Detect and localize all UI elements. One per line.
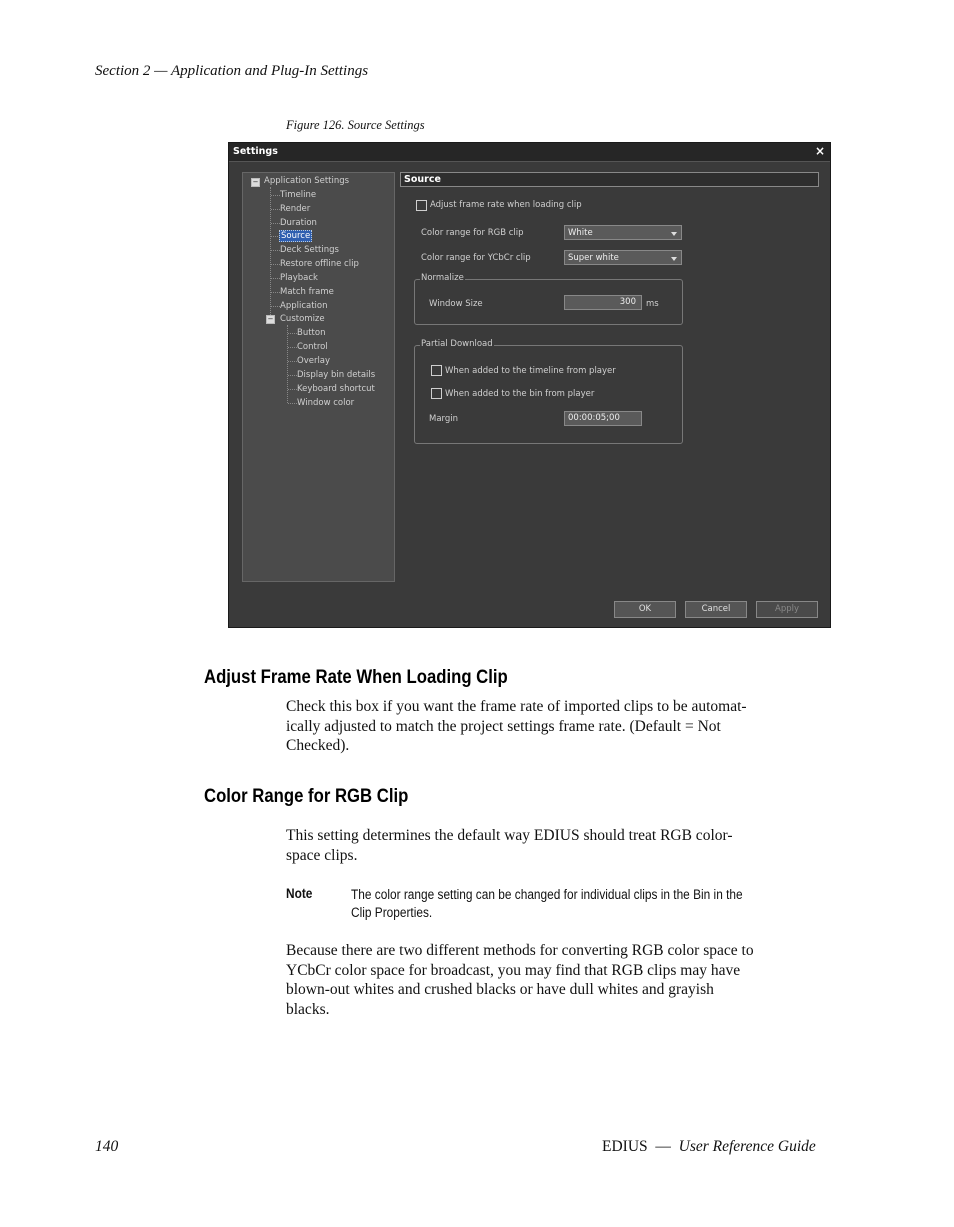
footer-dash: — [655, 1138, 671, 1155]
footer-product: EDIUS [602, 1138, 648, 1155]
text-line: Check this box if you want the frame rat… [286, 698, 747, 715]
tree-connector [271, 195, 280, 196]
cancel-button[interactable]: Cancel [685, 601, 747, 618]
color-range-description: This setting determines the default way … [286, 826, 834, 865]
section-header: Section 2 — Application and Plug-In Sett… [95, 63, 369, 79]
text-line: blacks. [286, 1000, 330, 1018]
tree-connector [271, 264, 280, 265]
text-line: YCbCr color space for broadcast, you may… [286, 961, 741, 979]
footer-guide: User Reference Guide [678, 1138, 816, 1155]
tree-item-application[interactable]: Application [280, 301, 328, 311]
tree-item-customize[interactable]: Customize [280, 314, 325, 324]
tree-connector [271, 278, 280, 279]
collapse-icon[interactable]: − [251, 178, 260, 187]
tree-connector [270, 187, 271, 319]
tree-connector [271, 292, 280, 293]
tree-item-keyboard-shortcut[interactable]: Keyboard shortcut [297, 384, 375, 394]
tree-connector [288, 333, 297, 334]
tree-item-restore-offline-clip[interactable]: Restore offline clip [280, 259, 359, 269]
note-label: Note [286, 886, 313, 901]
rgb-range-select[interactable]: White [564, 225, 682, 240]
rgb-range-value: White [568, 228, 593, 238]
color-space-explanation: Because there are two different methods … [286, 941, 834, 1019]
bin-from-player-checkbox[interactable] [431, 388, 442, 399]
tree-item-match-frame[interactable]: Match frame [280, 287, 334, 297]
panel-header: Source [400, 172, 819, 187]
chevron-down-icon [671, 232, 677, 236]
settings-dialog: Settings × − Application Settings Timeli… [228, 142, 831, 628]
tree-item-window-color[interactable]: Window color [297, 398, 354, 408]
text-line: Checked). [286, 737, 350, 754]
chevron-down-icon [671, 257, 677, 261]
tree-connector [288, 389, 297, 390]
tree-connector [288, 347, 297, 348]
tree-item-button[interactable]: Button [297, 328, 325, 338]
window-size-label: Window Size [429, 299, 483, 309]
tree-item-display-bin-details[interactable]: Display bin details [297, 370, 375, 380]
rgb-range-label: Color range for RGB clip [421, 228, 524, 238]
tree-item-source[interactable]: Source [279, 230, 313, 242]
ok-button[interactable]: OK [614, 601, 676, 618]
collapse-icon[interactable]: − [266, 315, 275, 324]
settings-tree: − Application Settings Timeline Render D… [242, 172, 395, 582]
adjust-frame-rate-label: Adjust frame rate when loading clip [430, 200, 582, 210]
tree-connector [271, 250, 280, 251]
bin-from-player-label: When added to the bin from player [445, 389, 595, 399]
text-line: This setting determines the default way … [286, 827, 733, 844]
margin-input[interactable]: 00:00:05;00 [564, 411, 642, 426]
heading-adjust-frame-rate: Adjust Frame Rate When Loading Clip [204, 667, 508, 688]
tree-connector [271, 209, 280, 210]
ycbcr-range-label: Color range for YCbCr clip [421, 253, 531, 263]
normalize-group-label: Normalize [420, 273, 465, 283]
tree-connector [287, 325, 288, 403]
tree-connector [288, 361, 297, 362]
text-line: Because there are two different methods … [286, 942, 754, 959]
window-size-input[interactable]: 300 [564, 295, 642, 310]
page-number: 140 [95, 1138, 119, 1155]
tree-item-deck-settings[interactable]: Deck Settings [280, 245, 339, 255]
dialog-title: Settings [233, 146, 278, 157]
text-line: space clips. [286, 846, 358, 864]
tree-connector [288, 403, 297, 404]
margin-label: Margin [429, 414, 459, 424]
apply-button[interactable]: Apply [756, 601, 818, 618]
tree-item-overlay[interactable]: Overlay [297, 356, 330, 366]
panel-title: Source [404, 174, 441, 185]
text-line: Clip Properties. [351, 905, 433, 920]
tree-item-playback[interactable]: Playback [280, 273, 318, 283]
tree-item-timeline[interactable]: Timeline [280, 190, 316, 200]
tree-item-control[interactable]: Control [297, 342, 328, 352]
timeline-from-player-label: When added to the timeline from player [445, 366, 616, 376]
tree-item-duration[interactable]: Duration [280, 218, 317, 228]
ycbcr-range-select[interactable]: Super white [564, 250, 682, 265]
timeline-from-player-checkbox[interactable] [431, 365, 442, 376]
window-size-unit: ms [646, 299, 659, 309]
note-text: The color range setting can be changed f… [351, 886, 809, 922]
adjust-frame-rate-description: Check this box if you want the frame rat… [286, 697, 834, 756]
tree-root-application-settings[interactable]: Application Settings [264, 176, 349, 186]
text-line: ically adjusted to match the project set… [286, 717, 721, 735]
footer-title: EDIUS — User Reference Guide [602, 1138, 816, 1156]
tree-connector [271, 306, 280, 307]
tree-connector [271, 223, 280, 224]
tree-item-render[interactable]: Render [280, 204, 310, 214]
close-icon[interactable]: × [815, 144, 825, 158]
adjust-frame-rate-checkbox[interactable] [416, 200, 427, 211]
partial-download-group-label: Partial Download [420, 339, 494, 349]
dialog-titlebar: Settings × [229, 143, 830, 162]
text-line: blown-out whites and crushed blacks or h… [286, 981, 714, 998]
figure-caption: Figure 126. Source Settings [286, 118, 425, 132]
text-line: The color range setting can be changed f… [351, 887, 743, 902]
ycbcr-range-value: Super white [568, 253, 619, 263]
tree-connector [288, 375, 297, 376]
heading-color-range-rgb: Color Range for RGB Clip [204, 786, 409, 807]
